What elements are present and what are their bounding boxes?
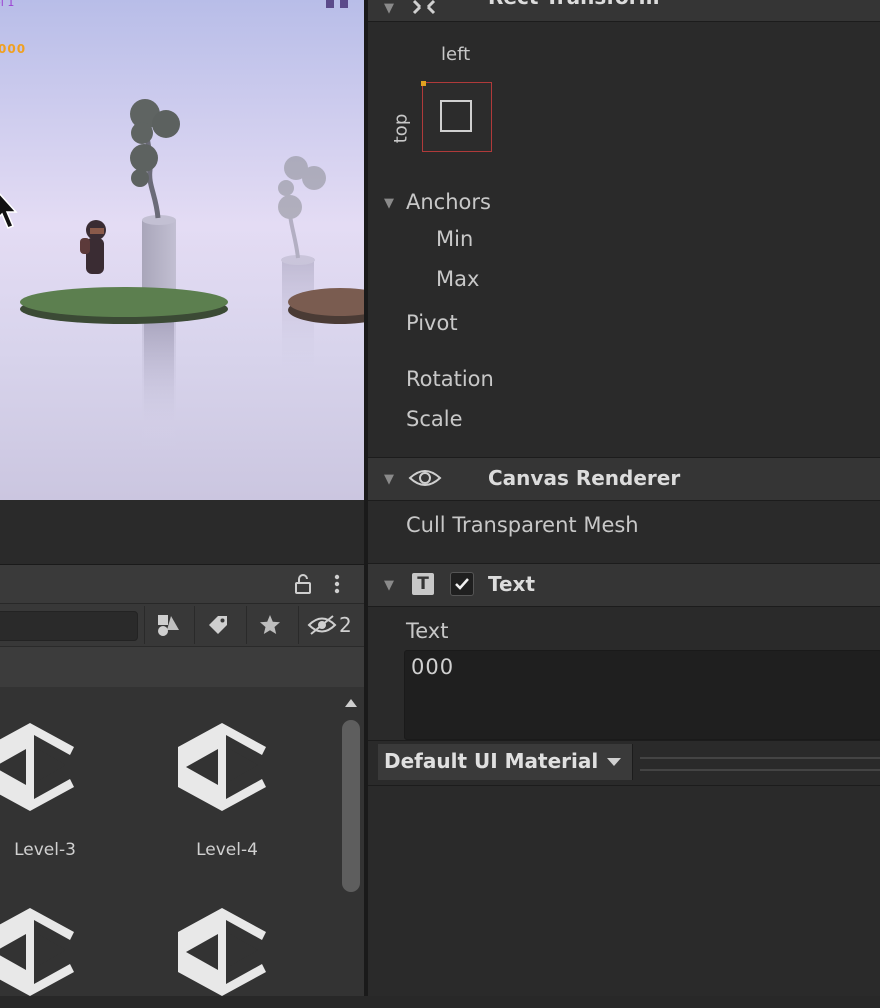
rect-transform-header[interactable]: ▼ Rect Transform — [368, 0, 880, 22]
eye-icon — [408, 470, 442, 486]
asset-item[interactable] — [166, 715, 278, 823]
far-tree — [278, 156, 326, 378]
star-icon — [260, 615, 280, 634]
rotation-label: Rotation — [406, 367, 494, 391]
text-value-field[interactable]: 000 — [404, 650, 880, 740]
hidden-count: 2 — [339, 613, 352, 637]
scroll-up-icon[interactable] — [343, 697, 359, 709]
game-view[interactable]: el 1 000 — [0, 0, 364, 500]
search-by-type-button[interactable] — [144, 606, 191, 644]
unity-scene-icon — [178, 723, 266, 811]
anchor-left-label: left — [441, 44, 471, 65]
search-by-label-button[interactable] — [194, 606, 241, 644]
material-dropdown[interactable]: Default UI Material — [378, 744, 633, 780]
anchors-label: Anchors — [406, 190, 491, 214]
material-value: Default UI Material — [384, 749, 599, 773]
favorites-button[interactable] — [246, 606, 293, 644]
component-title: Canvas Renderer — [488, 466, 681, 490]
component-title: Text — [488, 572, 536, 596]
anchors-min-label: Min — [436, 227, 474, 251]
anchors-max-label: Max — [436, 267, 480, 291]
asset-label: Level-4 — [196, 840, 258, 860]
tag-icon — [209, 616, 227, 634]
hidden-packages-button[interactable]: 2 — [298, 606, 364, 644]
asset-item[interactable] — [0, 715, 86, 823]
level-label: el 1 — [0, 0, 15, 9]
scale-label: Scale — [406, 407, 463, 431]
anchor-presets-button[interactable] — [421, 81, 492, 152]
asset-item[interactable] — [0, 900, 86, 1008]
score-text: 000 — [0, 42, 27, 56]
game-scene — [20, 99, 364, 450]
component-title: Rect Transform — [488, 0, 659, 9]
fold-arrow-icon[interactable]: ▼ — [384, 1, 394, 16]
text-value: 000 — [411, 655, 455, 679]
project-breadcrumb-bar — [0, 646, 364, 688]
search-input[interactable] — [0, 611, 138, 641]
anchor-top-label: top — [390, 113, 412, 144]
shapes-icon — [158, 615, 179, 636]
more-options-icon[interactable] — [332, 573, 342, 595]
scrollbar-thumb[interactable] — [342, 720, 360, 892]
unity-scene-icon — [178, 908, 266, 996]
game-view-footer — [0, 500, 366, 564]
checkmark-icon — [455, 578, 469, 590]
lock-icon[interactable] — [293, 573, 313, 595]
cull-transparent-mesh-label: Cull Transparent Mesh — [406, 513, 639, 537]
pause-icon[interactable] — [326, 0, 350, 8]
anchors-fold-icon[interactable]: ▼ — [384, 196, 394, 211]
text-component-icon: T — [412, 573, 434, 595]
fold-arrow-icon[interactable]: ▼ — [384, 472, 394, 487]
mouse-cursor-icon — [0, 193, 18, 229]
text-field-label: Text — [406, 619, 449, 643]
unity-scene-icon — [0, 908, 74, 996]
canvas-renderer-header[interactable]: ▼ Canvas Renderer — [368, 457, 880, 501]
chevron-down-icon — [607, 758, 621, 766]
green-platform — [20, 287, 228, 440]
asset-item[interactable] — [166, 900, 278, 1008]
player-character — [80, 220, 106, 274]
anchor-square-icon — [440, 100, 472, 132]
text-component-header[interactable]: ▼ T Text — [368, 563, 880, 607]
pivot-label: Pivot — [406, 311, 458, 335]
unity-scene-icon — [0, 723, 74, 811]
project-panel-header — [0, 564, 364, 603]
asset-label: Level-3 — [14, 840, 76, 860]
rect-transform-icon — [412, 0, 436, 15]
fold-arrow-icon[interactable]: ▼ — [384, 578, 394, 593]
main-tree — [130, 99, 180, 219]
anchor-point-icon — [421, 81, 426, 86]
eye-hidden-icon — [307, 615, 337, 635]
material-divider — [640, 757, 880, 771]
enabled-checkbox[interactable] — [450, 572, 474, 596]
brown-platform — [288, 288, 364, 324]
